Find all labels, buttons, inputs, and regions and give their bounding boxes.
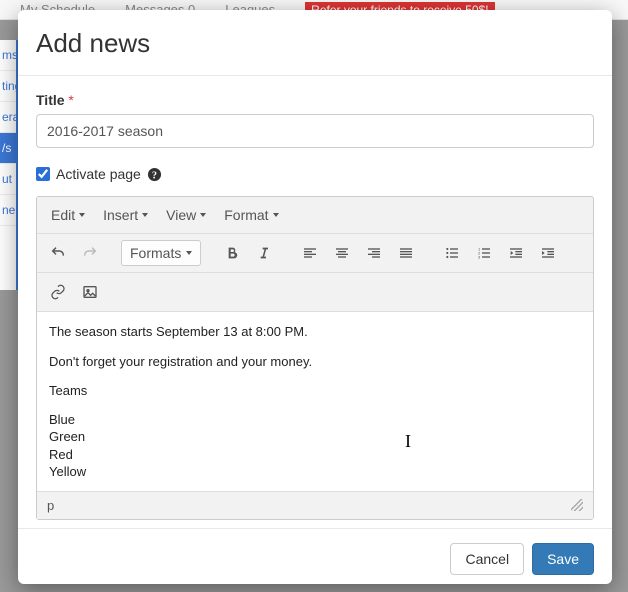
menu-view[interactable]: View xyxy=(158,201,214,229)
save-button[interactable]: Save xyxy=(532,543,594,575)
modal-footer: Cancel Save xyxy=(18,528,612,589)
bold-button[interactable] xyxy=(217,238,247,268)
title-label: Title * xyxy=(36,92,594,108)
caret-down-icon xyxy=(142,213,148,217)
undo-button[interactable] xyxy=(43,238,73,268)
formats-dropdown[interactable]: Formats xyxy=(121,240,201,266)
align-justify-button[interactable] xyxy=(391,238,421,268)
editor-line: Green xyxy=(49,428,581,446)
editor-line: Blue xyxy=(49,411,581,429)
editor-paragraph: Don't forget your registration and your … xyxy=(49,352,581,372)
editor-content-area[interactable]: The season starts September 13 at 8:00 P… xyxy=(37,312,593,491)
caret-down-icon xyxy=(186,251,192,255)
background-sidebar: ms ting era /s ut ner xyxy=(0,40,18,290)
link-button[interactable] xyxy=(43,277,73,307)
align-right-button[interactable] xyxy=(359,238,389,268)
rich-text-editor: Edit Insert View Format Formats xyxy=(36,196,594,520)
modal-body: Title * Activate page ? Edit Insert View… xyxy=(18,76,612,528)
cancel-button[interactable]: Cancel xyxy=(450,543,524,575)
caret-down-icon xyxy=(273,213,279,217)
bullet-list-button[interactable] xyxy=(437,238,467,268)
editor-menubar: Edit Insert View Format xyxy=(37,197,593,234)
svg-text:3: 3 xyxy=(478,254,481,259)
editor-paragraph: Teams xyxy=(49,381,581,401)
resize-grip-icon[interactable] xyxy=(571,499,583,511)
align-left-button[interactable] xyxy=(295,238,325,268)
editor-toolbar-row-2 xyxy=(37,273,593,312)
svg-text:?: ? xyxy=(152,170,157,181)
caret-down-icon xyxy=(200,213,206,217)
menu-edit[interactable]: Edit xyxy=(43,201,93,229)
outdent-button[interactable] xyxy=(501,238,531,268)
menu-format[interactable]: Format xyxy=(216,201,286,229)
editor-line: Yellow xyxy=(49,463,581,481)
editor-paragraph: The season starts September 13 at 8:00 P… xyxy=(49,322,581,342)
indent-button[interactable] xyxy=(533,238,563,268)
italic-button[interactable] xyxy=(249,238,279,268)
menu-insert[interactable]: Insert xyxy=(95,201,156,229)
help-icon[interactable]: ? xyxy=(147,167,162,182)
activate-page-label: Activate page xyxy=(56,166,141,182)
editor-line: Red xyxy=(49,446,581,464)
align-center-button[interactable] xyxy=(327,238,357,268)
editor-statusbar: p xyxy=(37,491,593,519)
modal-title: Add news xyxy=(36,28,594,59)
numbered-list-button[interactable]: 123 xyxy=(469,238,499,268)
element-path[interactable]: p xyxy=(47,498,54,513)
modal-header: Add news xyxy=(18,10,612,76)
required-mark: * xyxy=(68,92,73,108)
add-news-modal: Add news Title * Activate page ? Edit In… xyxy=(18,10,612,584)
caret-down-icon xyxy=(79,213,85,217)
image-button[interactable] xyxy=(75,277,105,307)
activate-page-checkbox[interactable] xyxy=(36,167,50,181)
redo-button[interactable] xyxy=(75,238,105,268)
editor-toolbar: Formats 123 xyxy=(37,234,593,273)
title-input[interactable] xyxy=(36,114,594,148)
